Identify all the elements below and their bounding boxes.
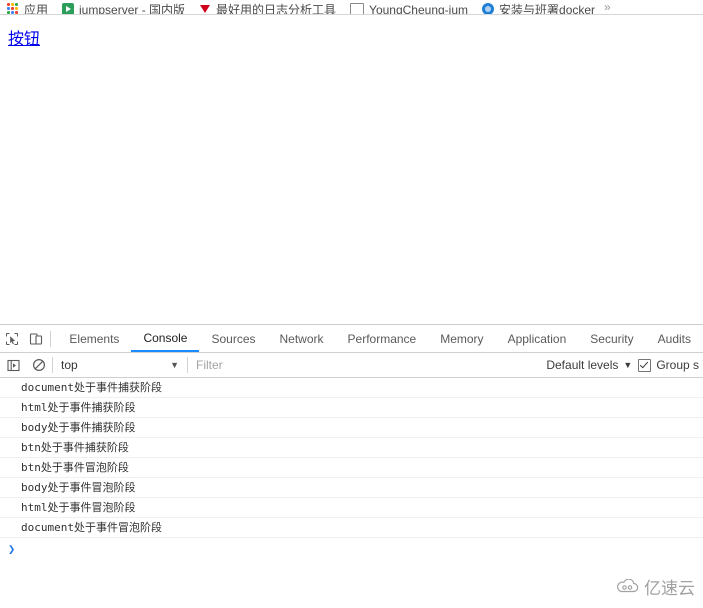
tab-audits[interactable]: Audits <box>646 325 703 352</box>
console-message: document处于事件冒泡阶段 <box>0 518 703 538</box>
chevron-down-icon: ▼ <box>170 359 179 370</box>
page-viewport: 按钮 <box>0 15 703 324</box>
console-message-list[interactable]: document处于事件捕获阶段 html处于事件捕获阶段 body处于事件捕获… <box>0 378 703 608</box>
tab-elements[interactable]: Elements <box>57 325 131 352</box>
console-filter-input[interactable] <box>188 354 541 376</box>
tab-network[interactable]: Network <box>268 325 336 352</box>
circle-icon <box>482 3 495 14</box>
tab-memory[interactable]: Memory <box>428 325 495 352</box>
console-message: html处于事件冒泡阶段 <box>0 498 703 518</box>
clear-console-icon[interactable] <box>26 352 52 378</box>
log-levels-label: Default levels <box>546 358 619 372</box>
devtools-tabbar: Elements Console Sources Network Perform… <box>0 325 703 353</box>
console-sidebar-toggle-icon[interactable] <box>0 352 26 378</box>
group-similar-label: Group s <box>656 358 699 372</box>
device-toolbar-icon[interactable] <box>24 326 48 352</box>
tab-sources[interactable]: Sources <box>199 325 267 352</box>
console-message: btn处于事件捕获阶段 <box>0 438 703 458</box>
bookmark-item-youngcheung[interactable]: YoungCheung-jum <box>343 2 475 15</box>
bookmarks-bar: 应用 jumpserver - 国内版 最好用的日志分析工具 YoungCheu… <box>0 0 703 15</box>
bookmark-label: jumpserver - 国内版 <box>79 3 186 15</box>
tab-security[interactable]: Security <box>578 325 645 352</box>
document-icon <box>350 2 365 14</box>
console-message: html处于事件捕获阶段 <box>0 398 703 418</box>
bookmark-label: 最好用的日志分析工具 <box>216 3 337 15</box>
tab-performance[interactable]: Performance <box>336 325 429 352</box>
devtools-panel: Elements Console Sources Network Perform… <box>0 324 703 608</box>
bookmark-item-jumpserver[interactable]: jumpserver - 国内版 <box>55 3 192 15</box>
console-message: body处于事件冒泡阶段 <box>0 478 703 498</box>
console-message: btn处于事件冒泡阶段 <box>0 458 703 478</box>
bookmark-label: YoungCheung-jum <box>369 3 469 15</box>
play-icon <box>62 3 75 14</box>
log-levels-dropdown[interactable]: Default levels ▼ <box>540 358 638 372</box>
browser-window: 应用 jumpserver - 国内版 最好用的日志分析工具 YoungCheu… <box>0 0 703 608</box>
inspect-element-icon[interactable] <box>0 326 24 352</box>
apps-grid-icon <box>7 3 19 14</box>
tab-application[interactable]: Application <box>496 325 579 352</box>
bookmark-item-log-analysis[interactable]: 最好用的日志分析工具 <box>192 3 343 15</box>
devtools-tab-list: Elements Console Sources Network Perform… <box>57 325 703 352</box>
vercel-icon <box>199 3 211 14</box>
checkbox-checked-icon <box>638 358 652 372</box>
toolbar-divider <box>50 330 52 347</box>
chevron-down-icon: ▼ <box>623 360 633 370</box>
bookmark-item-apps[interactable]: 应用 <box>0 3 55 15</box>
console-prompt-row[interactable]: ❯ <box>0 538 703 560</box>
tab-console[interactable]: Console <box>131 325 200 352</box>
bookmarks-overflow-indicator[interactable]: » <box>602 0 611 14</box>
console-prompt-input[interactable] <box>15 538 703 560</box>
bookmark-item-docker[interactable]: 安装与班署docker <box>475 3 602 15</box>
group-similar-checkbox[interactable]: Group s <box>638 358 703 372</box>
bookmark-label: 应用 <box>24 3 49 15</box>
bookmark-label: 安装与班署docker <box>499 3 596 15</box>
console-message: body处于事件捕获阶段 <box>0 418 703 438</box>
execution-context-value: top <box>61 358 78 372</box>
console-message: document处于事件捕获阶段 <box>0 378 703 398</box>
execution-context-selector[interactable]: top ▼ <box>53 354 187 376</box>
prompt-chevron-icon: ❯ <box>8 542 16 556</box>
page-button-link[interactable]: 按钮 <box>8 29 40 49</box>
console-toolbar: top ▼ Default levels ▼ Group s <box>0 353 703 378</box>
